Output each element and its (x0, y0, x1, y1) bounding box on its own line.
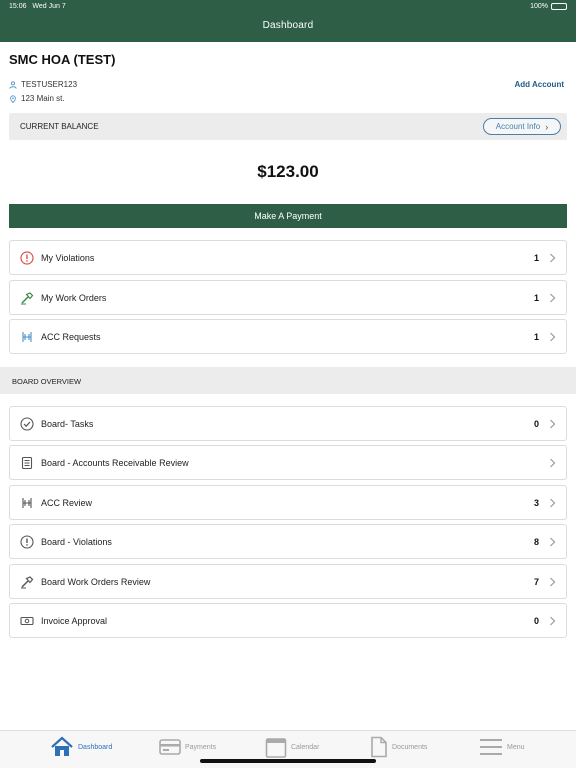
chevron-right-icon: › (545, 121, 549, 132)
top-header: 15:06 Wed Jun 7 100% Dashboard (0, 0, 576, 42)
ledger-icon (20, 456, 34, 470)
home-icon (51, 736, 73, 756)
list-item-my-violations[interactable]: My Violations 1 (9, 240, 567, 275)
check-circle-icon (20, 416, 34, 431)
user-icon (9, 80, 17, 89)
board-overview-label: BOARD OVERVIEW (12, 377, 82, 386)
tab-menu[interactable]: Menu (479, 735, 525, 759)
chevron-right-icon (549, 458, 557, 468)
hammer-icon (20, 575, 34, 589)
list-item-count: 1 (533, 292, 539, 303)
credit-card-icon (159, 739, 181, 755)
list-item-label: My Violations (41, 252, 95, 263)
list-item-label: Board - Accounts Receivable Review (41, 457, 189, 468)
chevron-right-icon (549, 332, 557, 342)
account-info-button[interactable]: Account Info › (483, 118, 561, 135)
add-account-link[interactable]: Add Account (515, 80, 564, 89)
list-item-label: ACC Review (41, 497, 93, 508)
list-item-invoice-approval[interactable]: Invoice Approval 0 (9, 603, 567, 638)
list-item-label: Board Work Orders Review (41, 576, 151, 587)
tab-label: Menu (507, 743, 525, 751)
tab-label: Dashboard (78, 743, 113, 751)
list-item-label: My Work Orders (41, 292, 107, 303)
current-balance-bar: CURRENT BALANCE Account Info › (9, 113, 567, 140)
list-item-count: 8 (533, 536, 539, 547)
account-info-label: Account Info (495, 122, 541, 131)
list-item-label: ACC Requests (41, 331, 101, 342)
alert-circle-icon (20, 250, 34, 265)
status-time: 15:06 (9, 3, 27, 10)
chevron-right-icon (549, 253, 557, 263)
make-payment-button[interactable]: Make A Payment (9, 204, 567, 228)
list-item-label: Board- Tasks (41, 418, 94, 429)
home-indicator[interactable] (200, 759, 376, 763)
tab-payments[interactable]: Payments (159, 735, 216, 759)
list-item-label: Board - Violations (41, 536, 112, 547)
list-item-board-ar-review[interactable]: Board - Accounts Receivable Review (9, 445, 567, 480)
hammer-icon (20, 291, 34, 305)
balance-amount: $123.00 (257, 162, 319, 181)
tab-dashboard[interactable]: Dashboard (50, 735, 112, 759)
money-icon (20, 614, 34, 628)
tab-documents[interactable]: Documents (370, 735, 427, 759)
list-item-label: Invoice Approval (41, 615, 108, 626)
list-item-acc-requests[interactable]: ACC Requests 1 (9, 319, 567, 354)
chevron-right-icon (549, 293, 557, 303)
username: TESTUSER123 (21, 80, 78, 89)
battery-icon (551, 3, 567, 10)
list-item-count: 0 (533, 418, 539, 429)
association-name: SMC HOA (TEST) (9, 52, 116, 67)
list-item-count: 1 (533, 252, 539, 263)
alert-circle-icon (20, 534, 34, 549)
document-icon (371, 736, 387, 758)
menu-icon (480, 739, 502, 755)
address: 123 Main st. (21, 94, 65, 103)
board-overview-header: BOARD OVERVIEW (0, 367, 576, 394)
status-date: Wed Jun 7 (32, 3, 66, 10)
chevron-right-icon (549, 537, 557, 547)
tab-label: Documents (392, 743, 428, 751)
tab-calendar[interactable]: Calendar (265, 735, 319, 759)
list-item-count: 3 (533, 497, 539, 508)
page-title: Dashboard (262, 20, 314, 31)
chevron-right-icon (549, 419, 557, 429)
list-item-count: 1 (533, 331, 539, 342)
location-pin-icon (10, 94, 16, 103)
battery-percent: 100% (530, 3, 548, 10)
list-item-board-violations[interactable]: Board - Violations 8 (9, 524, 567, 559)
username-line: TESTUSER123 (9, 80, 77, 89)
chevron-right-icon (549, 498, 557, 508)
list-item-my-work-orders[interactable]: My Work Orders 1 (9, 280, 567, 315)
address-line: 123 Main st. (9, 94, 65, 103)
architecture-icon (20, 496, 34, 510)
tab-label: Calendar (291, 743, 320, 751)
list-item-acc-review[interactable]: ACC Review 3 (9, 485, 567, 520)
list-item-board-work-orders-review[interactable]: Board Work Orders Review 7 (9, 564, 567, 599)
architecture-icon (20, 330, 34, 344)
list-item-count: 7 (533, 576, 539, 587)
list-item-count: 0 (533, 615, 539, 626)
list-item-board-tasks[interactable]: Board- Tasks 0 (9, 406, 567, 441)
status-bar: 15:06 Wed Jun 7 100% (0, 3, 576, 13)
chevron-right-icon (549, 616, 557, 626)
tab-label: Payments (185, 743, 217, 751)
chevron-right-icon (549, 577, 557, 587)
calendar-icon (265, 738, 287, 758)
current-balance-label: CURRENT BALANCE (20, 122, 99, 131)
